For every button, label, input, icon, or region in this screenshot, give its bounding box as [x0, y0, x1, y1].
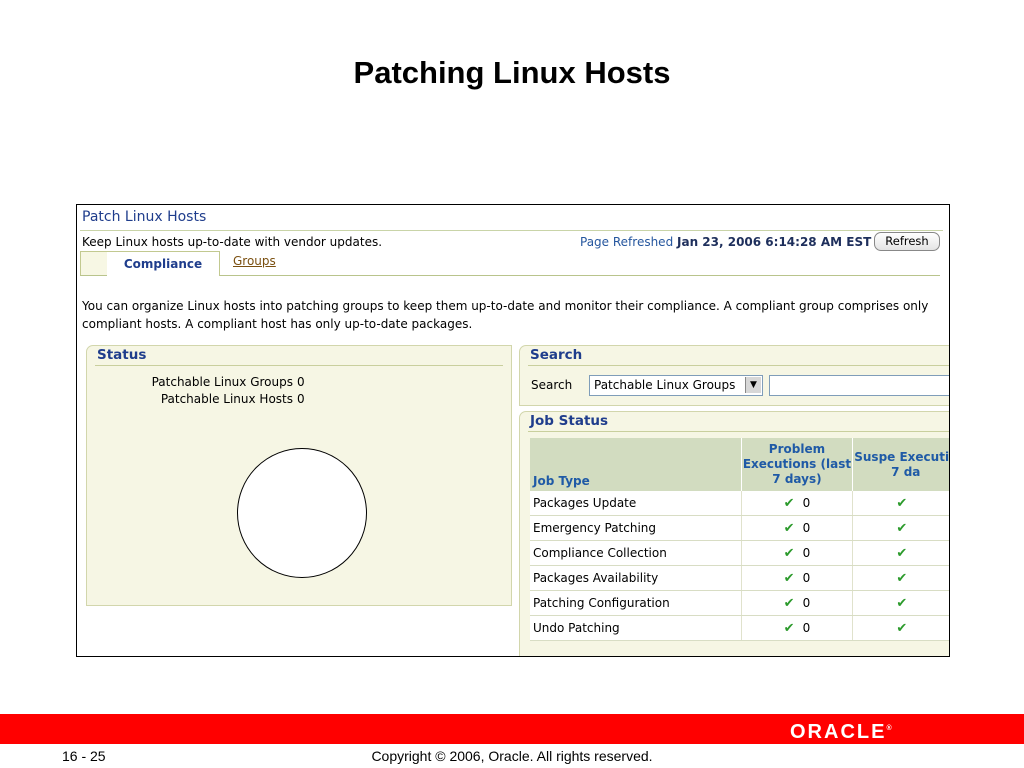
problem-cell: ✔ 0	[741, 540, 853, 566]
page-title: Patch Linux Hosts	[82, 209, 207, 225]
tab-bar: Compliance Groups	[80, 251, 940, 276]
page-refreshed: Page Refreshed Jan 23, 2006 6:14:28 AM E…	[580, 235, 871, 249]
chevron-down-icon[interactable]: ▼	[745, 377, 761, 393]
job-type-cell: Packages Update	[530, 491, 743, 516]
select-value: Patchable Linux Groups	[594, 378, 736, 392]
problem-cell: ✔ 0	[741, 590, 853, 616]
column-header-suspended-executions[interactable]: Suspe Executio 7 da	[852, 438, 949, 491]
search-panel: Search Search Patchable Linux Groups ▼	[519, 345, 949, 406]
problem-count[interactable]: 0	[803, 496, 811, 510]
refreshed-label: Page Refreshed	[580, 235, 674, 249]
copyright-text: Copyright © 2006, Oracle. All rights res…	[371, 748, 653, 764]
screenshot-frame: Patch Linux Hosts Keep Linux hosts up-to…	[76, 204, 950, 657]
oracle-logo: ORACLE®	[790, 721, 892, 744]
page-description: Keep Linux hosts up-to-date with vendor …	[82, 235, 383, 249]
status-divider	[95, 365, 503, 366]
search-title: Search	[530, 347, 583, 363]
problem-count[interactable]: 0	[803, 621, 811, 635]
suspended-cell: ✔	[852, 491, 949, 516]
checkmark-icon: ✔	[783, 620, 795, 636]
table-header-row: Job Type Problem Executions (last 7 days…	[530, 438, 949, 491]
search-divider	[528, 365, 949, 366]
column-header-job-type[interactable]: Job Type	[530, 438, 743, 491]
problem-count[interactable]: 0	[803, 571, 811, 585]
status-title: Status	[97, 347, 147, 363]
job-type-cell: Packages Availability	[530, 565, 743, 591]
checkmark-icon: ✔	[896, 495, 908, 511]
status-value: 0	[297, 392, 305, 406]
search-input[interactable]	[769, 375, 949, 396]
suspended-cell: ✔	[852, 515, 949, 541]
table-row: Undo Patching ✔ 0 ✔	[530, 615, 949, 641]
intro-text: You can organize Linux hosts into patchi…	[82, 299, 929, 331]
job-status-panel: Job Status Job Type Problem Executions (…	[519, 411, 949, 656]
checkmark-icon: ✔	[896, 520, 908, 536]
table-row: Packages Update ✔ 0 ✔	[530, 491, 949, 516]
checkmark-icon: ✔	[896, 545, 908, 561]
problem-cell: ✔ 0	[741, 565, 853, 591]
table-row: Packages Availability ✔ 0 ✔	[530, 565, 949, 591]
suspended-cell: ✔	[852, 540, 949, 566]
job-status-title: Job Status	[530, 413, 609, 429]
title-divider	[80, 230, 943, 231]
problem-count[interactable]: 0	[803, 521, 811, 535]
suspended-cell: ✔	[852, 565, 949, 591]
status-label: Patchable Linux Groups	[151, 375, 293, 389]
search-label: Search	[531, 378, 573, 392]
compliance-pie-chart	[237, 448, 367, 578]
checkmark-icon: ✔	[783, 545, 795, 561]
column-header-problem-executions[interactable]: Problem Executions (last 7 days)	[741, 438, 853, 491]
checkmark-icon: ✔	[896, 595, 908, 611]
problem-cell: ✔ 0	[741, 615, 853, 641]
job-type-cell: Undo Patching	[530, 615, 743, 641]
problem-count[interactable]: 0	[803, 546, 811, 560]
search-type-select[interactable]: Patchable Linux Groups ▼	[589, 375, 763, 396]
table-row: Patching Configuration ✔ 0 ✔	[530, 590, 949, 616]
table-row: Compliance Collection ✔ 0 ✔	[530, 540, 949, 566]
slide-title: Patching Linux Hosts	[353, 55, 671, 90]
job-type-cell: Patching Configuration	[530, 590, 743, 616]
trademark-mark: ®	[886, 725, 892, 732]
refresh-button[interactable]: Refresh	[874, 232, 940, 251]
suspended-cell: ✔	[852, 615, 949, 641]
tab-groups[interactable]: Groups	[233, 254, 276, 268]
checkmark-icon: ✔	[783, 570, 795, 586]
checkmark-icon: ✔	[896, 570, 908, 586]
tab-spacer	[80, 251, 108, 275]
suspended-cell: ✔	[852, 590, 949, 616]
status-value: 0	[297, 375, 305, 389]
problem-cell: ✔ 0	[741, 491, 853, 516]
checkmark-icon: ✔	[783, 595, 795, 611]
footer-bar: ORACLE®	[0, 714, 1024, 744]
job-status-divider	[528, 431, 949, 432]
checkmark-icon: ✔	[896, 620, 908, 636]
tab-compliance[interactable]: Compliance	[107, 251, 220, 276]
table-row: Emergency Patching ✔ 0 ✔	[530, 515, 949, 541]
checkmark-icon: ✔	[783, 495, 795, 511]
problem-count[interactable]: 0	[803, 596, 811, 610]
job-status-table: Job Type Problem Executions (last 7 days…	[530, 438, 949, 641]
checkmark-icon: ✔	[783, 520, 795, 536]
status-label: Patchable Linux Hosts	[160, 392, 293, 406]
problem-cell: ✔ 0	[741, 515, 853, 541]
status-panel: Status Patchable Linux Groups 0 Patchabl…	[86, 345, 512, 606]
refreshed-timestamp: Jan 23, 2006 6:14:28 AM EST	[677, 235, 872, 249]
job-type-cell: Compliance Collection	[530, 540, 743, 566]
logo-text: ORACLE	[790, 721, 887, 743]
job-type-cell: Emergency Patching	[530, 515, 743, 541]
